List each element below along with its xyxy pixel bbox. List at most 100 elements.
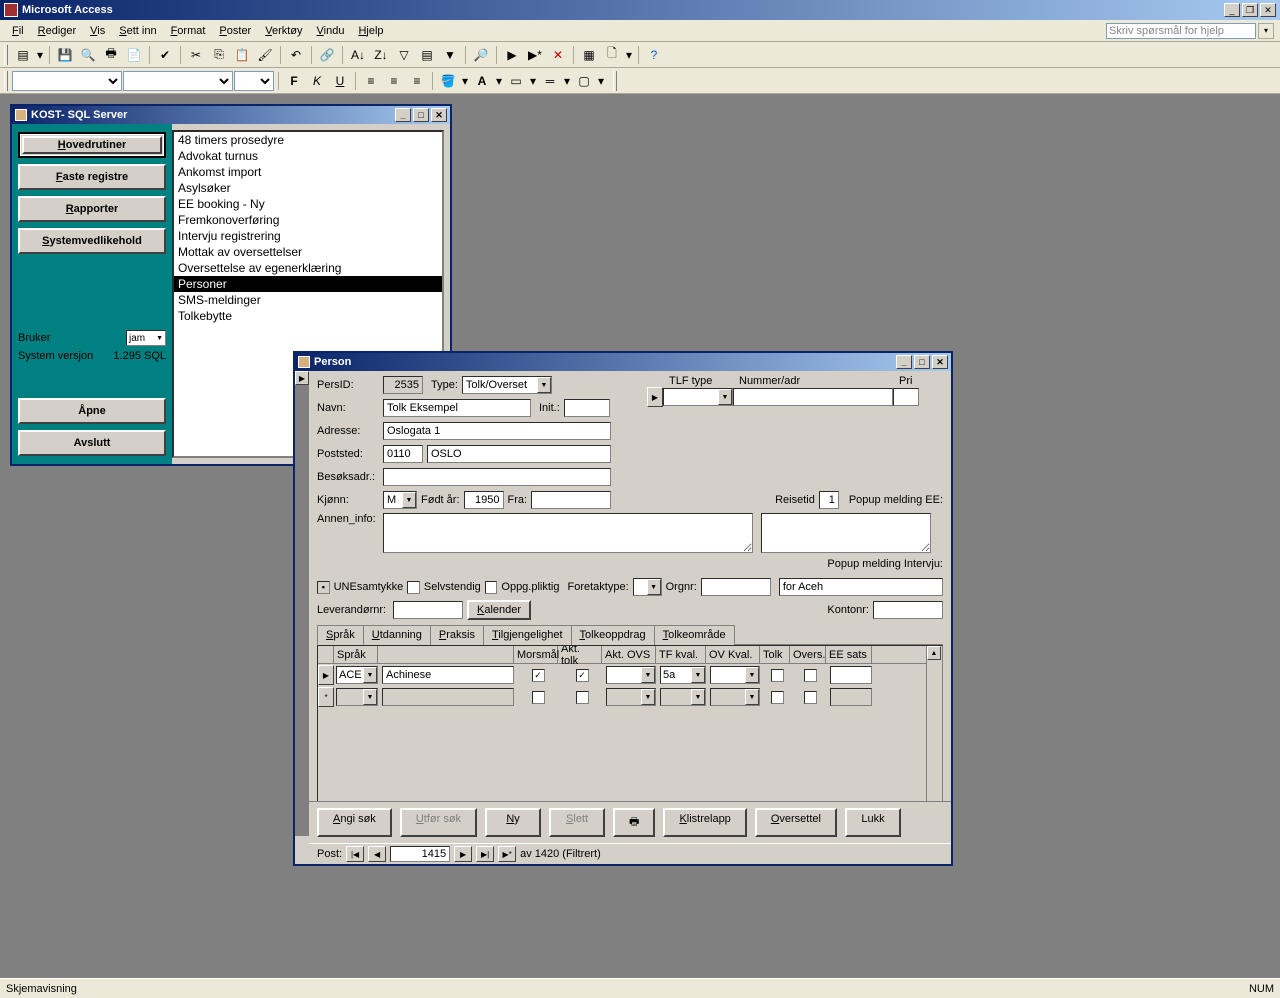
fra-field[interactable] — [531, 491, 611, 509]
list-item[interactable]: Oversettelse av egenerklæring — [174, 260, 442, 276]
hovedrutiner-button[interactable]: HHovedrutinerovedrutiner — [18, 132, 166, 158]
leverandor-field[interactable] — [393, 601, 463, 619]
list-item[interactable]: EE booking - Ny — [174, 196, 442, 212]
nav-next-button[interactable]: ▶ — [454, 846, 472, 862]
italic-icon[interactable]: K — [306, 70, 328, 92]
copy-icon[interactable]: ⎘ — [208, 44, 230, 66]
adresse-field[interactable] — [383, 422, 611, 440]
sprak-name-field[interactable] — [382, 666, 514, 684]
print-button[interactable]: 🖶 — [613, 808, 655, 837]
tlf-type-dropdown[interactable]: ▼ — [663, 388, 733, 406]
annen-info-field[interactable] — [383, 513, 753, 553]
ovkval-dropdown[interactable]: ▼ — [710, 666, 760, 684]
record-selector[interactable]: ▶ — [295, 371, 309, 836]
fodtar-field[interactable] — [464, 491, 504, 509]
restore-button[interactable]: ❐ — [1242, 3, 1258, 17]
slett-button[interactable]: Slett — [549, 808, 605, 837]
dropdown3-icon[interactable]: ▾ — [460, 70, 470, 92]
subform-scrollbar[interactable]: ▲▼ — [926, 646, 942, 801]
overs-checkbox[interactable] — [804, 669, 817, 682]
print-icon[interactable]: 🖶 — [100, 44, 122, 66]
morsmal-checkbox[interactable]: ✓ — [532, 669, 545, 682]
rapporter-button[interactable]: Rapporter — [18, 196, 166, 222]
init-field[interactable] — [564, 399, 610, 417]
menu-format[interactable]: Format — [165, 23, 212, 39]
dropdown6-icon[interactable]: ▾ — [562, 70, 572, 92]
help-dropdown-icon[interactable]: ▾ — [1258, 23, 1274, 39]
sort-desc-icon[interactable]: Z↓ — [370, 44, 392, 66]
navn-field[interactable] — [383, 399, 531, 417]
menu-fil[interactable]: Fil — [6, 23, 30, 39]
kjonn-dropdown[interactable]: M▼ — [383, 491, 417, 509]
nav-new-button[interactable]: ▶* — [498, 846, 516, 862]
list-item[interactable]: 48 timers prosedyre — [174, 132, 442, 148]
kalender-button[interactable]: Kalender — [467, 600, 531, 620]
menu-poster[interactable]: Poster — [213, 23, 257, 39]
dropdown5-icon[interactable]: ▾ — [528, 70, 538, 92]
nav-first-button[interactable]: |◀ — [346, 846, 364, 862]
bruker-dropdown[interactable]: jam▼ — [126, 330, 166, 346]
ny-button[interactable]: Ny — [485, 808, 541, 837]
aktovs-dropdown[interactable]: ▼ — [606, 666, 656, 684]
list-item[interactable]: Intervju registrering — [174, 228, 442, 244]
special-effect-icon[interactable]: ▢ — [573, 70, 595, 92]
new-akttolk-checkbox[interactable] — [576, 691, 589, 704]
oppg-checkbox[interactable] — [485, 581, 498, 594]
avslutt-button[interactable]: Avslutt — [18, 430, 166, 456]
delete-record-icon[interactable]: ✕ — [547, 44, 569, 66]
tolk-checkbox[interactable] — [771, 669, 784, 682]
new-aktovs-dropdown[interactable]: ▼ — [606, 688, 656, 706]
list-item[interactable]: Ankomst import — [174, 164, 442, 180]
view-icon[interactable]: ▤ — [12, 44, 34, 66]
nav-current-field[interactable] — [390, 846, 450, 862]
list-item[interactable]: Personer — [174, 276, 442, 292]
menu-rediger[interactable]: Rediger — [32, 23, 83, 39]
db-window-icon[interactable]: ▦ — [578, 44, 600, 66]
angi-sok-button[interactable]: Angi søk — [317, 808, 392, 837]
dropdown2-icon[interactable]: ▾ — [624, 44, 634, 66]
tfkval-dropdown[interactable]: 5a▼ — [660, 666, 706, 684]
eesats-field[interactable] — [830, 666, 872, 684]
toolbar-handle-3[interactable] — [613, 71, 617, 91]
sort-asc-icon[interactable]: A↓ — [347, 44, 369, 66]
new-tfkval-dropdown[interactable]: ▼ — [660, 688, 706, 706]
kost-maximize-button[interactable]: □ — [413, 108, 429, 122]
new-name-field[interactable] — [382, 688, 514, 706]
new-eesats-field[interactable] — [830, 688, 872, 706]
persid-field[interactable] — [383, 376, 423, 394]
sprak-code-dropdown[interactable]: ACE▼ — [336, 666, 378, 684]
save-icon[interactable]: 💾 — [54, 44, 76, 66]
find-icon[interactable]: 🔎 — [470, 44, 492, 66]
tab-språk[interactable]: Språk — [317, 625, 364, 645]
orgnr-field[interactable] — [701, 578, 771, 596]
preview-icon[interactable]: 📄 — [123, 44, 145, 66]
link-icon[interactable]: 🔗 — [316, 44, 338, 66]
utfor-sok-button[interactable]: Utfør søk — [400, 808, 477, 837]
paste-icon[interactable]: 📋 — [231, 44, 253, 66]
menu-verktøy[interactable]: Verktøy — [259, 23, 308, 39]
oversettel-button[interactable]: Oversettel — [755, 808, 837, 837]
person-close-button[interactable]: ✕ — [932, 355, 948, 369]
menu-vindu[interactable]: Vindu — [311, 23, 351, 39]
tab-tolkeoppdrag[interactable]: Tolkeoppdrag — [571, 625, 655, 645]
filter-form-icon[interactable]: ▤ — [416, 44, 438, 66]
line-color-icon[interactable]: ▭ — [505, 70, 527, 92]
tab-utdanning[interactable]: Utdanning — [363, 625, 431, 645]
postnr-field[interactable] — [383, 445, 423, 463]
systemvedlikehold-button[interactable]: Systemvedlikehold — [18, 228, 166, 254]
besok-field[interactable] — [383, 468, 611, 486]
spell-icon[interactable]: ✔ — [154, 44, 176, 66]
search-icon[interactable]: 🔍 — [77, 44, 99, 66]
fontsize-selector[interactable] — [234, 71, 274, 91]
type-dropdown[interactable]: Tolk/Overset▼ — [462, 376, 552, 394]
person-titlebar[interactable]: Person _ □ ✕ — [295, 353, 951, 371]
new-record-icon[interactable]: ▶* — [524, 44, 546, 66]
menu-sett inn[interactable]: Sett inn — [113, 23, 162, 39]
help-icon[interactable]: ? — [643, 44, 665, 66]
align-center-icon[interactable]: ≡ — [383, 70, 405, 92]
new-tolk-checkbox[interactable] — [771, 691, 784, 704]
bold-icon[interactable]: F — [283, 70, 305, 92]
new-morsmal-checkbox[interactable] — [532, 691, 545, 704]
popup-ee-field[interactable] — [761, 513, 931, 553]
popup-int-field[interactable] — [779, 578, 943, 596]
